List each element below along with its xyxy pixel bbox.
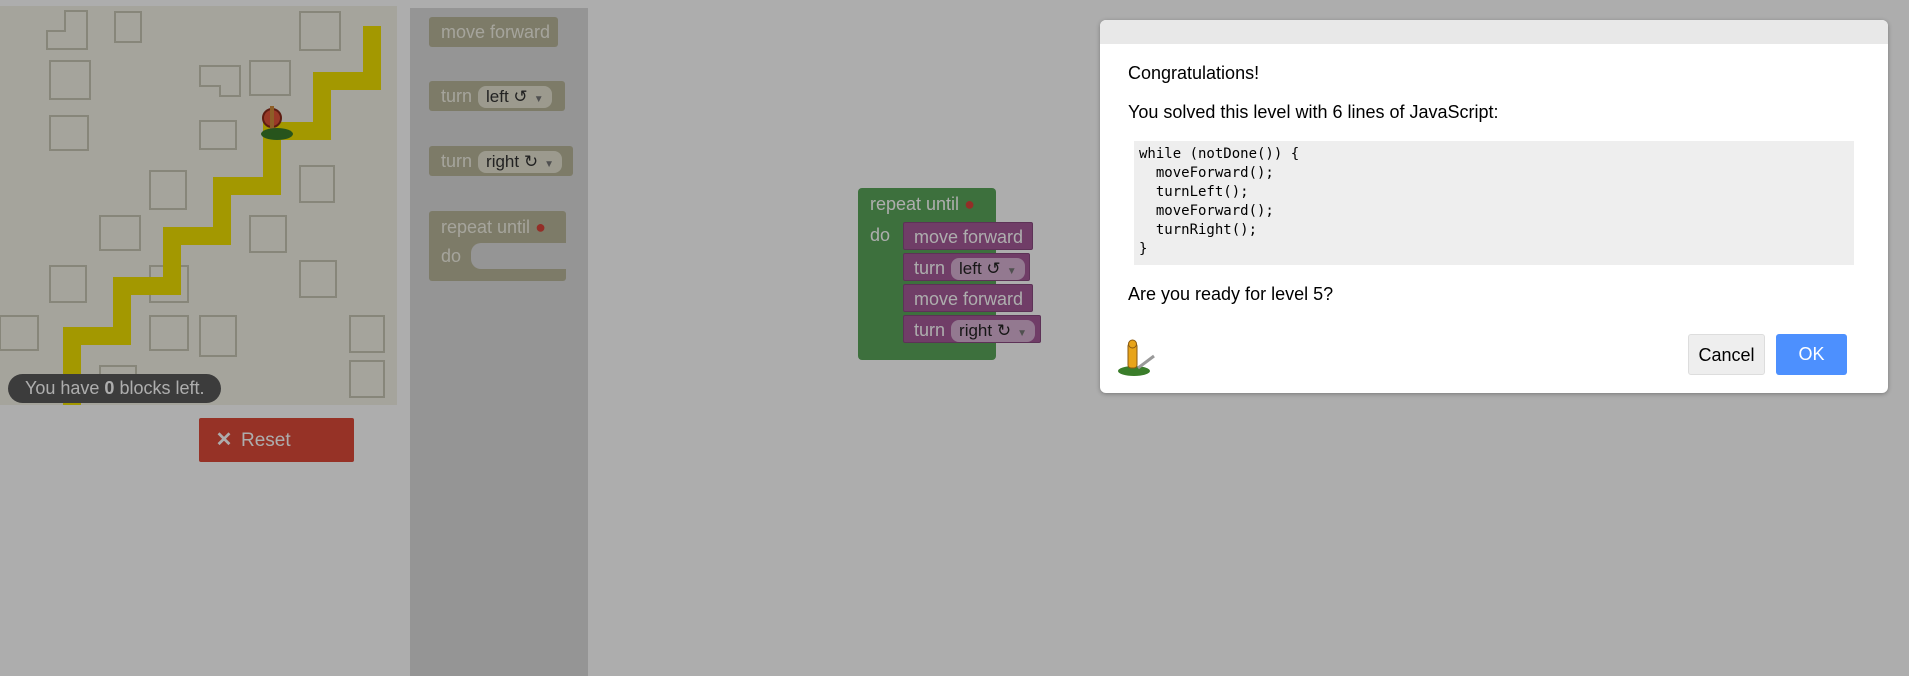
cancel-button[interactable]: Cancel xyxy=(1688,334,1765,375)
congratulations-dialog: Congratulations! You solved this level w… xyxy=(1100,20,1888,393)
ok-button[interactable]: OK xyxy=(1776,334,1847,375)
dialog-title: Congratulations! xyxy=(1128,63,1260,83)
pegman-icon xyxy=(1114,338,1158,378)
code-line: turnRight(); xyxy=(1139,222,1258,238)
code-block: while (notDone()) { moveForward(); turnL… xyxy=(1134,141,1854,265)
code-line: moveForward(); xyxy=(1139,165,1274,181)
code-line: moveForward(); xyxy=(1139,203,1274,219)
code-line: while (notDone()) { xyxy=(1139,146,1300,162)
dialog-header[interactable] xyxy=(1100,20,1888,44)
code-line: } xyxy=(1139,241,1148,257)
dialog-message: You solved this level with 6 lines of Ja… xyxy=(1128,102,1499,122)
code-text: while (notDone()) { moveForward(); turnL… xyxy=(1139,145,1854,259)
dialog-question: Are you ready for level 5? xyxy=(1128,284,1334,304)
code-line: turnLeft(); xyxy=(1139,184,1249,200)
